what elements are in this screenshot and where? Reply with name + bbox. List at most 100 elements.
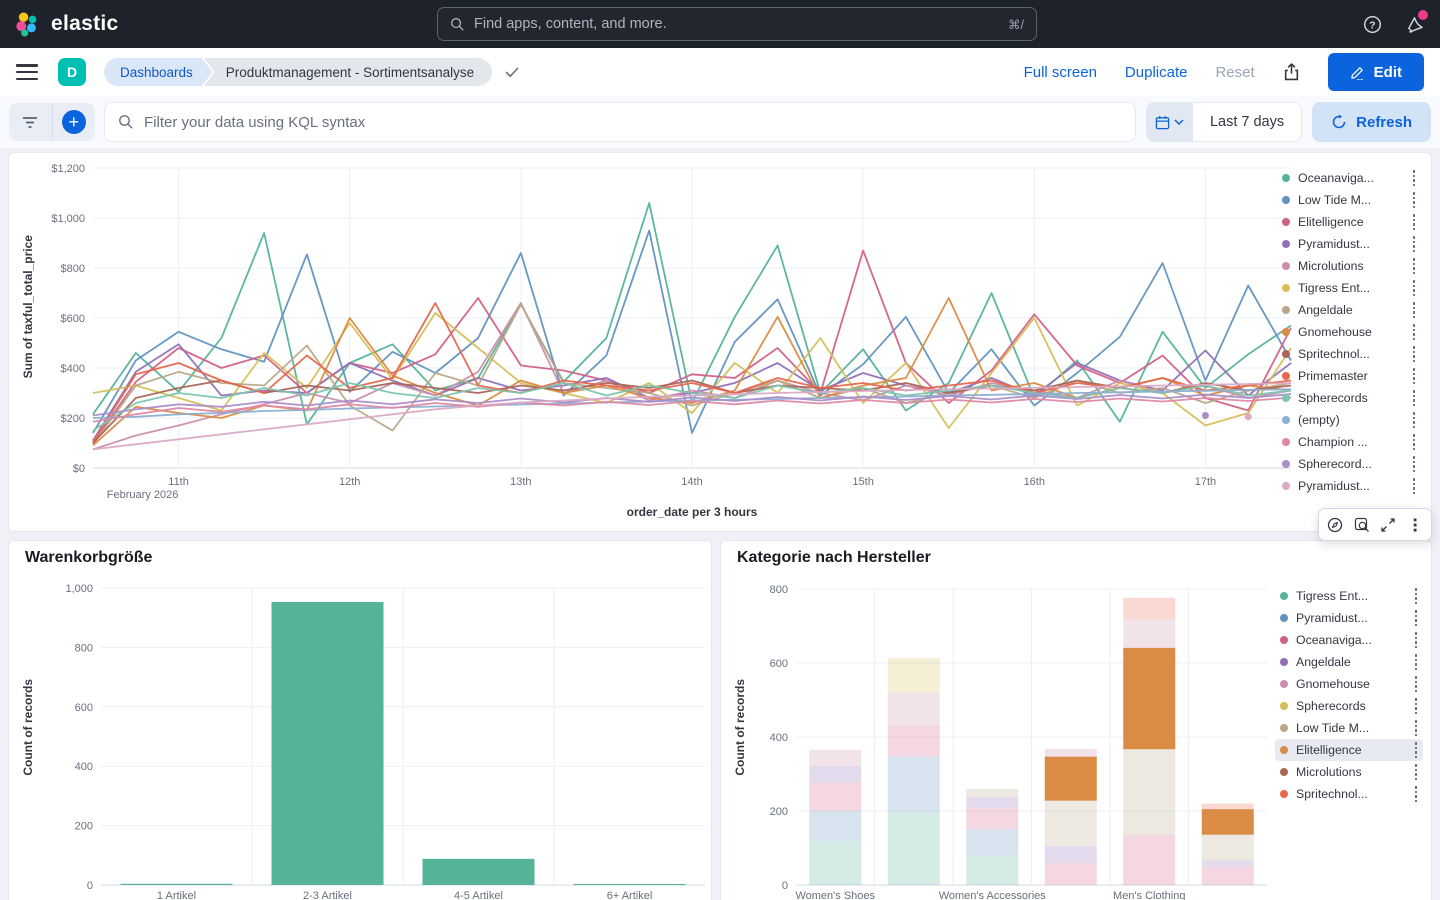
stack-segment[interactable] — [966, 830, 1018, 856]
legend-actions-icon[interactable] — [1415, 654, 1419, 670]
stack-segment[interactable] — [1045, 801, 1097, 847]
legend-actions-icon[interactable] — [1413, 192, 1417, 208]
explore-compass-icon[interactable] — [1324, 514, 1346, 536]
basket-size-bar-chart[interactable]: 02004006008001,0001 Artikel2-3 Artikel4-… — [15, 577, 710, 900]
legend-item[interactable]: Pyramidust... — [1275, 607, 1423, 629]
stack-segment[interactable] — [966, 797, 1018, 808]
legend-actions-icon[interactable] — [1413, 236, 1417, 252]
category-stacked-bar-chart[interactable]: 0200400600800Women's ShoesWomen's Access… — [727, 577, 1307, 900]
stack-segment[interactable] — [966, 855, 1018, 885]
panel-options-icon[interactable] — [1404, 514, 1426, 536]
legend-actions-icon[interactable] — [1415, 588, 1419, 604]
stack-segment[interactable] — [1045, 846, 1097, 863]
reset-button[interactable]: Reset — [1215, 64, 1254, 81]
help-icon[interactable]: ? — [1362, 14, 1382, 34]
legend-actions-icon[interactable] — [1415, 764, 1419, 780]
legend-item[interactable]: Spherecords — [1275, 695, 1423, 717]
legend-item[interactable]: Spritechnol... — [1275, 783, 1423, 805]
legend-actions-icon[interactable] — [1415, 786, 1419, 802]
legend-actions-icon[interactable] — [1415, 698, 1419, 714]
stack-segment[interactable] — [1123, 598, 1175, 619]
legend-item[interactable]: Pyramidust... — [1277, 475, 1421, 497]
legend-actions-icon[interactable] — [1413, 280, 1417, 296]
legend-actions-icon[interactable] — [1415, 610, 1419, 626]
legend-actions-icon[interactable] — [1415, 632, 1419, 648]
stack-segment[interactable] — [966, 789, 1018, 798]
legend-item[interactable]: Oceanaviga... — [1275, 629, 1423, 651]
stack-segment[interactable] — [888, 693, 940, 726]
stack-segment[interactable] — [966, 808, 1018, 829]
legend-actions-icon[interactable] — [1413, 412, 1417, 428]
stack-segment[interactable] — [1123, 619, 1175, 647]
legend-item[interactable]: Spherecords — [1277, 387, 1421, 409]
legend-item[interactable]: Gnomehouse — [1277, 321, 1421, 343]
filter-list-button[interactable] — [9, 103, 52, 141]
bar[interactable] — [574, 884, 686, 885]
legend-actions-icon[interactable] — [1413, 302, 1417, 318]
stack-segment[interactable] — [888, 757, 940, 813]
refresh-button[interactable]: Refresh — [1312, 102, 1431, 142]
legend-item[interactable]: Oceanaviga... — [1277, 167, 1421, 189]
legend-actions-icon[interactable] — [1413, 434, 1417, 450]
legend-item[interactable]: Low Tide M... — [1277, 189, 1421, 211]
legend-actions-icon[interactable] — [1413, 346, 1417, 362]
legend-actions-icon[interactable] — [1413, 478, 1417, 494]
legend-actions-icon[interactable] — [1413, 368, 1417, 384]
inspect-icon[interactable] — [1351, 514, 1373, 536]
legend-item[interactable]: Champion ... — [1277, 431, 1421, 453]
legend-actions-icon[interactable] — [1415, 676, 1419, 692]
time-range-value[interactable]: Last 7 days — [1193, 103, 1301, 141]
menu-hamburger-icon[interactable] — [16, 64, 38, 80]
legend-item[interactable]: Tigress Ent... — [1277, 277, 1421, 299]
legend-actions-icon[interactable] — [1413, 214, 1417, 230]
add-filter-button[interactable]: + — [52, 103, 96, 141]
stack-segment[interactable] — [809, 782, 861, 811]
breadcrumb-dashboards[interactable]: Dashboards — [104, 58, 213, 86]
legend-actions-icon[interactable] — [1413, 390, 1417, 406]
stack-segment[interactable] — [888, 658, 940, 692]
legend-item[interactable]: Elitelligence — [1275, 739, 1423, 761]
legend-actions-icon[interactable] — [1415, 742, 1419, 758]
legend-item[interactable]: Low Tide M... — [1275, 717, 1423, 739]
legend-actions-icon[interactable] — [1413, 170, 1417, 186]
stack-segment[interactable] — [1123, 749, 1175, 835]
legend-item[interactable]: Angeldale — [1275, 651, 1423, 673]
stack-segment[interactable] — [809, 811, 861, 841]
legend-item[interactable]: Pyramidust... — [1277, 233, 1421, 255]
legend-item[interactable]: Angeldale — [1277, 299, 1421, 321]
share-icon[interactable] — [1283, 63, 1300, 81]
stack-segment[interactable] — [1123, 835, 1175, 885]
stack-segment[interactable] — [1202, 804, 1254, 810]
legend-item[interactable]: Primemaster — [1277, 365, 1421, 387]
legend-item[interactable]: Elitelligence — [1277, 211, 1421, 233]
news-bell-icon[interactable] — [1404, 14, 1424, 34]
orders-line-chart[interactable]: $0$200$400$600$800$1,000$1,20011th12th13… — [49, 161, 1299, 527]
legend-item[interactable]: Tigress Ent... — [1275, 585, 1423, 607]
stack-segment[interactable] — [1202, 809, 1254, 835]
date-picker-calendar-button[interactable] — [1147, 103, 1193, 141]
kql-search-input[interactable]: Filter your data using KQL syntax — [104, 102, 1136, 142]
space-avatar[interactable]: D — [58, 58, 86, 86]
stack-segment[interactable] — [1045, 757, 1097, 801]
bar[interactable] — [272, 602, 384, 885]
edit-button[interactable]: Edit — [1328, 53, 1424, 91]
stack-segment[interactable] — [809, 841, 861, 885]
bar[interactable] — [423, 859, 535, 885]
stack-segment[interactable] — [809, 750, 861, 766]
legend-item[interactable]: Spherecord... — [1277, 453, 1421, 475]
stack-segment[interactable] — [1202, 867, 1254, 885]
stack-segment[interactable] — [1202, 861, 1254, 868]
stack-segment[interactable] — [1202, 835, 1254, 861]
stack-segment[interactable] — [1045, 863, 1097, 885]
legend-item[interactable]: Gnomehouse — [1275, 673, 1423, 695]
elastic-logo-area[interactable]: elastic — [14, 0, 118, 48]
legend-item[interactable]: Microlutions — [1275, 761, 1423, 783]
stack-segment[interactable] — [1045, 749, 1097, 757]
stack-segment[interactable] — [888, 813, 940, 885]
stack-segment[interactable] — [1123, 648, 1175, 749]
maximize-icon[interactable] — [1377, 514, 1399, 536]
global-search-input[interactable]: Find apps, content, and more. ⌘/ — [437, 7, 1037, 41]
legend-actions-icon[interactable] — [1413, 456, 1417, 472]
bar[interactable] — [121, 884, 233, 885]
legend-actions-icon[interactable] — [1413, 258, 1417, 274]
